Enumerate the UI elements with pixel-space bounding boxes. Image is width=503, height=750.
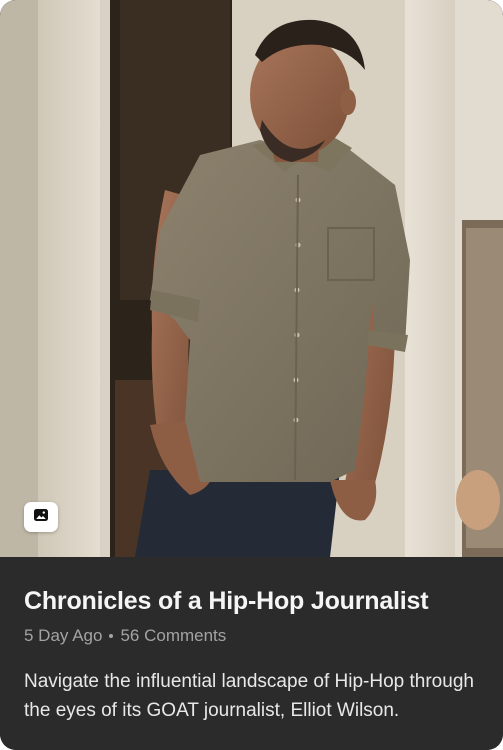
media-type-badge [24, 502, 58, 532]
article-photo [0, 0, 503, 557]
article-content: Chronicles of a Hip-Hop Journalist 5 Day… [0, 557, 503, 750]
image-icon [33, 508, 49, 527]
comment-count[interactable]: 56 Comments [120, 625, 226, 647]
article-title[interactable]: Chronicles of a Hip-Hop Journalist [24, 585, 479, 617]
posted-time: 5 Day Ago [24, 626, 103, 645]
article-image[interactable] [0, 0, 503, 557]
article-meta: 5 Day Ago 56 Comments [24, 625, 479, 647]
article-card[interactable]: Chronicles of a Hip-Hop Journalist 5 Day… [0, 0, 503, 750]
separator-dot [109, 634, 114, 638]
article-description: Navigate the influential landscape of Hi… [24, 671, 474, 721]
